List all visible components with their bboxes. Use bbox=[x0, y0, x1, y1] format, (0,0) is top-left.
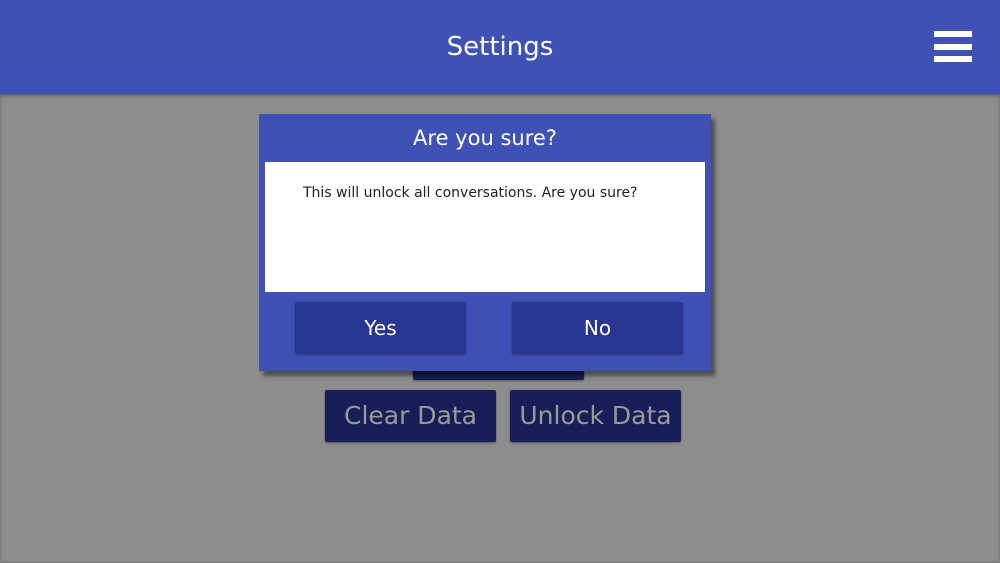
menu-icon-bar bbox=[934, 44, 972, 50]
page-title: Settings bbox=[446, 32, 554, 62]
menu-icon-bar bbox=[934, 31, 972, 37]
app-bar: Settings bbox=[0, 0, 1000, 94]
hamburger-menu-icon[interactable] bbox=[934, 31, 972, 63]
yes-button[interactable]: Yes bbox=[295, 302, 466, 354]
confirm-dialog: Are you sure? This will unlock all conve… bbox=[259, 114, 711, 371]
dialog-message: This will unlock all conversations. Are … bbox=[303, 185, 638, 201]
menu-icon-bar bbox=[934, 56, 972, 62]
dialog-title: Are you sure? bbox=[413, 126, 557, 150]
no-button[interactable]: No bbox=[512, 302, 683, 354]
settings-screen: Settings Default Clear Data Unlock Data … bbox=[0, 0, 1000, 563]
dialog-body: This will unlock all conversations. Are … bbox=[265, 162, 705, 292]
